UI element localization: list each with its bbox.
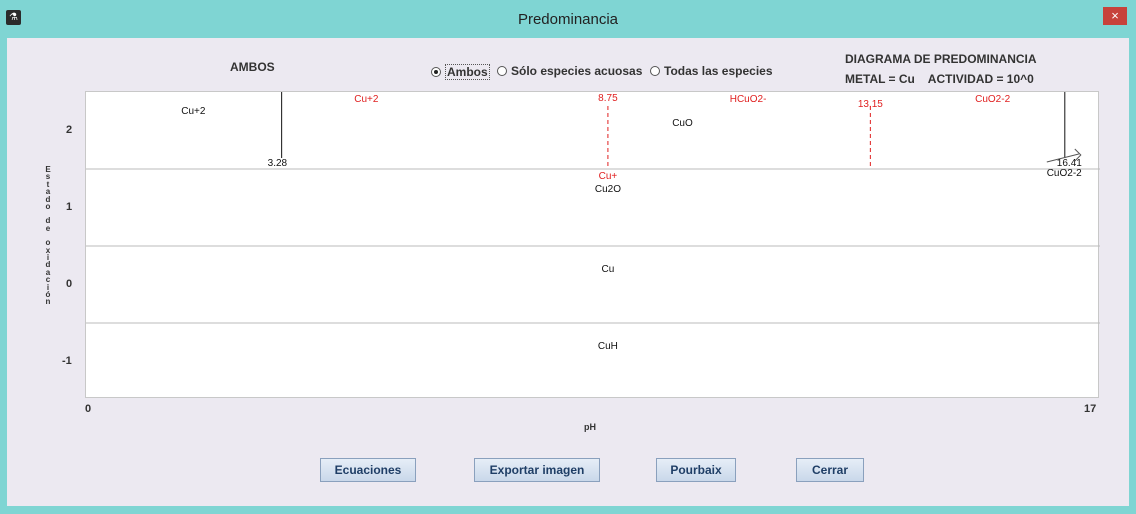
species-label: Cu <box>602 264 615 275</box>
close-window-button[interactable]: × <box>1103 7 1127 25</box>
y-tick-0: 0 <box>66 278 73 290</box>
title-bar[interactable]: ⚗ Predominancia × <box>0 0 1136 38</box>
species-label: Cu+ <box>599 171 618 182</box>
species-label: Cu2O <box>595 184 621 195</box>
y-axis-label-char: e <box>45 223 51 233</box>
species-label: CuO2-2 <box>1047 168 1082 179</box>
species-label: Cu+2 <box>181 106 206 117</box>
close-button[interactable]: Cerrar <box>796 458 864 482</box>
species-label: CuH <box>598 341 618 352</box>
x-axis-label: pH <box>584 422 596 432</box>
main-panel: AMBOS DIAGRAMA DE PREDOMINANCIA METAL = … <box>7 38 1129 506</box>
pourbaix-button[interactable]: Pourbaix <box>656 458 736 482</box>
species-label: Cu+2 <box>354 94 379 105</box>
radio-all-label: Todas las especies <box>664 64 773 78</box>
radio-all-indicator[interactable] <box>650 66 660 76</box>
app-window: ⚗ Predominancia × AMBOS DIAGRAMA DE PRED… <box>0 0 1136 514</box>
y-axis-label-char: n <box>45 297 51 307</box>
predominance-plot: 3.28 8.75 13.15 16.41 Cu+2 Cu+2 HCuO2- CuO2-2 Cu… <box>85 91 1100 398</box>
species-label: CuO2-2 <box>975 94 1010 105</box>
boundary-value-label: 13.15 <box>858 99 883 110</box>
y-tick-2: 2 <box>66 124 73 136</box>
radio-ambos[interactable]: Ambos <box>431 64 490 80</box>
y-axis-label-char: o <box>45 202 51 211</box>
radio-aqueous-only[interactable]: Sólo especies acuosas <box>497 64 642 78</box>
y-tick-1: 1 <box>66 201 73 213</box>
radio-ambos-indicator[interactable] <box>431 67 441 77</box>
equations-button[interactable]: Ecuaciones <box>320 458 416 482</box>
plot-canvas: 3.288.7513.1516.41Cu+2Cu+2 HCuO2- CuO2-2Cu… <box>86 92 1100 352</box>
x-tick-0: 0 <box>85 403 92 415</box>
species-label: CuO <box>672 118 693 129</box>
mode-title: AMBOS <box>230 60 275 74</box>
metal-activity-label: METAL = Cu ACTIVIDAD = 10^0 <box>845 72 1034 86</box>
species-label: HCuO2- <box>730 94 767 105</box>
radio-all-species[interactable]: Todas las especies <box>650 64 773 78</box>
radio-aqueous-label: Sólo especies acuosas <box>511 64 643 78</box>
diagram-title: DIAGRAMA DE PREDOMINANCIA <box>845 52 1037 66</box>
export-image-button[interactable]: Exportar imagen <box>474 458 600 482</box>
boundary-value-label: 3.28 <box>268 158 288 169</box>
radio-aqueous-indicator[interactable] <box>497 66 507 76</box>
radio-ambos-label: Ambos <box>445 64 490 80</box>
y-tick-minus-1: -1 <box>62 355 72 367</box>
boundary-value-label: 8.75 <box>598 93 618 104</box>
x-tick-17: 17 <box>1084 403 1097 415</box>
window-title: Predominancia <box>517 11 619 28</box>
